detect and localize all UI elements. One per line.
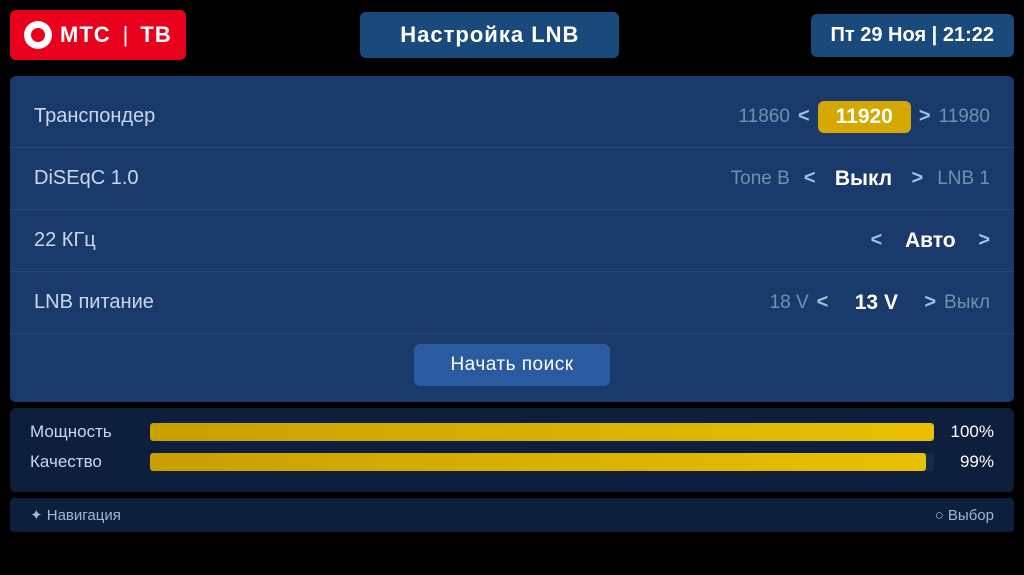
logo: МТС | ТВ [10, 10, 186, 60]
lnb-power-right-value: Выкл [944, 292, 990, 314]
logo-brand: МТС [60, 22, 111, 48]
strength-bar [150, 423, 934, 441]
transponder-label: Транспондер [34, 105, 354, 128]
settings-panel: Транспондер 11860 < 11920 > 11980 DiSEqC… [10, 76, 1014, 402]
quality-row: Качество 99% [30, 452, 994, 472]
transponder-row: Транспондер 11860 < 11920 > 11980 [10, 86, 1014, 148]
nav-select: ○ Выбор [935, 507, 994, 524]
lnb-power-right-arrow[interactable]: > [924, 291, 936, 314]
strength-row: Мощность 100% [30, 422, 994, 442]
khz-left-arrow[interactable]: < [871, 229, 883, 252]
tone-label: Tone В [731, 168, 790, 190]
header-datetime: Пт 29 Ноя | 21:22 [811, 14, 1014, 57]
khz-controls: < Авто > [354, 229, 990, 253]
diseqc-right-arrow[interactable]: > [912, 167, 924, 190]
khz-label: 22 КГц [34, 229, 354, 252]
transponder-right-arrow[interactable]: > [919, 105, 931, 128]
khz-right-arrow[interactable]: > [978, 229, 990, 252]
nav-bar: ✦ Навигация ○ Выбор [10, 498, 1014, 532]
nav-navigation: ✦ Навигация [30, 506, 121, 524]
logo-icon [24, 21, 52, 49]
transponder-selected: 11920 [818, 101, 911, 133]
transponder-left-value: 11860 [739, 106, 790, 128]
logo-divider: | [123, 22, 129, 48]
lnb-power-row: LNB питание 18 V < 13 V > Выкл [10, 272, 1014, 334]
strength-pct: 100% [944, 422, 994, 442]
diseqc-selected: Выкл [824, 167, 904, 191]
signal-area: Мощность 100% Качество 99% [10, 408, 1014, 492]
lnb-power-controls: 18 V < 13 V > Выкл [354, 291, 990, 315]
khz-selected: Авто [890, 229, 970, 253]
logo-service: ТВ [140, 22, 171, 48]
quality-bar-container [150, 453, 934, 471]
header-datetime-box: Пт 29 Ноя | 21:22 [794, 14, 1014, 57]
search-button[interactable]: Начать поиск [414, 344, 609, 386]
lnb-label: LNB 1 [937, 168, 990, 190]
search-btn-row: Начать поиск [10, 334, 1014, 394]
lnb-power-label: LNB питание [34, 291, 354, 314]
diseqc-row: DiSEqC 1.0 Tone В < Выкл > LNB 1 [10, 148, 1014, 210]
quality-bar [150, 453, 926, 471]
diseqc-label: DiSEqC 1.0 [34, 167, 354, 190]
transponder-controls: 11860 < 11920 > 11980 [354, 101, 990, 133]
transponder-left-arrow[interactable]: < [798, 105, 810, 128]
strength-bar-container [150, 423, 934, 441]
transponder-right-value: 11980 [939, 106, 990, 128]
quality-pct: 99% [944, 452, 994, 472]
header-title: Настройка LNB [360, 12, 619, 58]
lnb-power-selected: 13 V [836, 291, 916, 315]
diseqc-left-arrow[interactable]: < [804, 167, 816, 190]
header: МТС | ТВ Настройка LNB Пт 29 Ноя | 21:22 [0, 0, 1024, 70]
strength-label: Мощность [30, 422, 140, 442]
khz-row: 22 КГц < Авто > [10, 210, 1014, 272]
lnb-power-left-arrow[interactable]: < [817, 291, 829, 314]
lnb-power-left-value: 18 V [770, 292, 809, 314]
diseqc-controls: Tone В < Выкл > LNB 1 [354, 167, 990, 191]
quality-label: Качество [30, 452, 140, 472]
header-title-box: Настройка LNB [186, 12, 794, 58]
